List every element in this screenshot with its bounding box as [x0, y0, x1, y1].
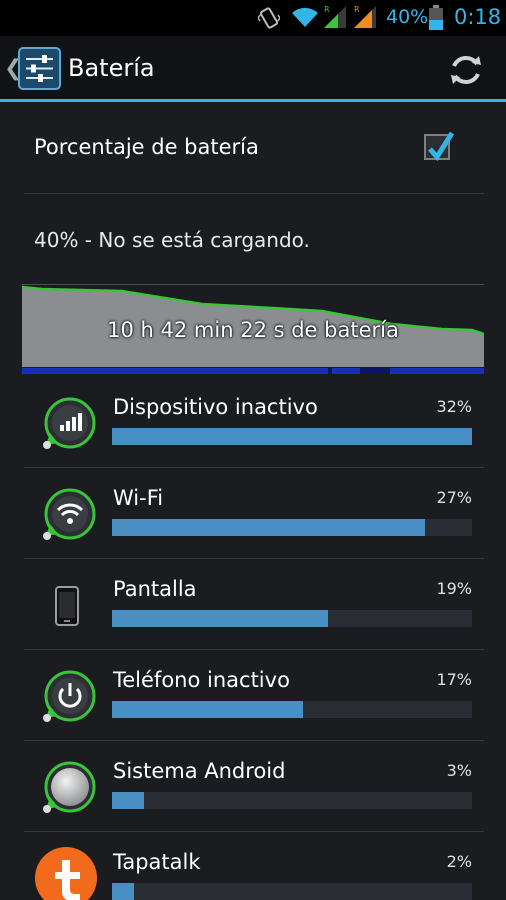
vibrate-icon	[257, 6, 281, 34]
usage-bar	[112, 883, 472, 900]
list-item[interactable]: Dispositivo inactivo 32%	[24, 377, 484, 468]
preference-label: Porcentaje de batería	[34, 135, 259, 159]
wifi-icon	[290, 5, 320, 33]
usage-bar-fill	[112, 792, 145, 809]
signal-icon-1: R	[322, 4, 348, 34]
list-item[interactable]: Pantalla 19%	[24, 559, 484, 650]
android-system-icon	[38, 759, 96, 817]
battery-status-text: 40% - No se está cargando.	[34, 228, 310, 252]
status-bar: R R 40% 0:18	[0, 0, 506, 36]
item-percent: 32%	[436, 397, 472, 416]
item-percent: 19%	[436, 579, 472, 598]
wifi-icon	[38, 486, 96, 544]
usage-bar	[112, 792, 472, 809]
page-title: Batería	[68, 54, 155, 82]
usage-bar	[112, 519, 472, 536]
item-name: Teléfono inactivo	[113, 668, 290, 692]
usage-bar-fill	[112, 701, 303, 718]
settings-app-icon[interactable]	[18, 47, 61, 90]
usage-bar	[112, 428, 472, 445]
usage-bar-fill	[112, 610, 328, 627]
item-name: Wi-Fi	[113, 486, 164, 510]
battery-icon	[428, 5, 444, 35]
item-name: Pantalla	[113, 577, 197, 601]
status-time: 0:18	[454, 5, 502, 29]
usage-bar	[112, 701, 472, 718]
usage-bar-fill	[112, 883, 134, 900]
item-name: Sistema Android	[113, 759, 286, 783]
item-percent: 27%	[436, 488, 472, 507]
tapatalk-icon	[35, 847, 97, 900]
battery-percentage-checkbox[interactable]	[424, 131, 455, 162]
item-name: Tapatalk	[113, 850, 201, 874]
item-name: Dispositivo inactivo	[113, 395, 318, 419]
usage-bar-fill	[112, 519, 426, 536]
list-item[interactable]: Teléfono inactivo 17%	[24, 650, 484, 741]
signal-bars-icon	[38, 395, 96, 453]
power-icon	[38, 668, 96, 726]
action-bar: ❮ Batería	[0, 36, 506, 102]
svg-text:R: R	[324, 5, 330, 14]
list-item[interactable]: Tapatalk 2%	[24, 832, 484, 900]
item-percent: 17%	[436, 670, 472, 689]
list-item[interactable]: Sistema Android 3%	[24, 741, 484, 832]
refresh-icon[interactable]	[446, 50, 486, 90]
status-battery-percent: 40%	[386, 6, 429, 28]
item-percent: 3%	[446, 761, 472, 780]
usage-bar	[112, 610, 472, 627]
signal-icon-2: R	[352, 4, 378, 34]
phone-screen-icon	[38, 577, 96, 635]
battery-history-graph[interactable]: 10 h 42 min 22 s de batería	[21, 284, 485, 376]
list-item[interactable]: Wi-Fi 27%	[24, 468, 484, 559]
battery-graph-timeline	[22, 368, 484, 374]
battery-graph-label: 10 h 42 min 22 s de batería	[107, 318, 399, 342]
item-percent: 2%	[446, 852, 472, 871]
usage-bar-fill	[112, 428, 472, 445]
battery-percentage-preference[interactable]: Porcentaje de batería	[24, 103, 484, 194]
svg-text:R: R	[354, 5, 360, 14]
